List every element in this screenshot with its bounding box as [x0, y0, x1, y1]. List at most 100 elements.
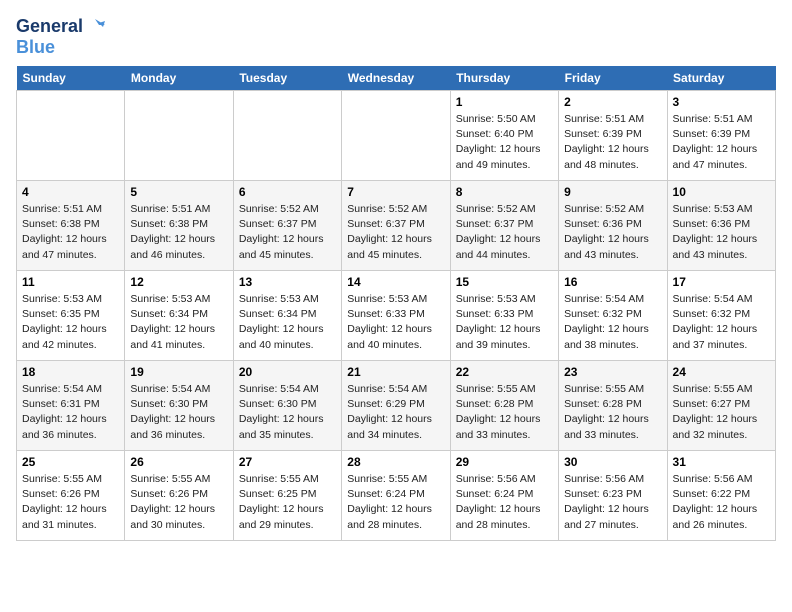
day-info: Sunrise: 5:52 AMSunset: 6:37 PMDaylight:… — [347, 202, 444, 263]
day-info: Sunrise: 5:54 AMSunset: 6:31 PMDaylight:… — [22, 382, 119, 443]
day-info: Sunrise: 5:52 AMSunset: 6:37 PMDaylight:… — [456, 202, 553, 263]
header-row: SundayMondayTuesdayWednesdayThursdayFrid… — [17, 66, 776, 91]
cell-w5-d3: 27 Sunrise: 5:55 AMSunset: 6:25 PMDayligh… — [233, 451, 341, 541]
day-info: Sunrise: 5:51 AMSunset: 6:38 PMDaylight:… — [22, 202, 119, 263]
cell-w3-d2: 12 Sunrise: 5:53 AMSunset: 6:34 PMDayligh… — [125, 271, 233, 361]
day-number: 4 — [22, 185, 119, 199]
cell-w1-d6: 2 Sunrise: 5:51 AMSunset: 6:39 PMDaylight… — [559, 91, 667, 181]
logo-text-general: General — [16, 16, 83, 37]
cell-w5-d7: 31 Sunrise: 5:56 AMSunset: 6:22 PMDayligh… — [667, 451, 775, 541]
day-number: 17 — [673, 275, 770, 289]
day-info: Sunrise: 5:53 AMSunset: 6:33 PMDaylight:… — [456, 292, 553, 353]
cell-w2-d2: 5 Sunrise: 5:51 AMSunset: 6:38 PMDaylight… — [125, 181, 233, 271]
day-info: Sunrise: 5:54 AMSunset: 6:29 PMDaylight:… — [347, 382, 444, 443]
cell-w1-d2 — [125, 91, 233, 181]
day-number: 10 — [673, 185, 770, 199]
day-number: 11 — [22, 275, 119, 289]
cell-w3-d1: 11 Sunrise: 5:53 AMSunset: 6:35 PMDayligh… — [17, 271, 125, 361]
cell-w3-d3: 13 Sunrise: 5:53 AMSunset: 6:34 PMDayligh… — [233, 271, 341, 361]
day-info: Sunrise: 5:54 AMSunset: 6:30 PMDaylight:… — [130, 382, 227, 443]
cell-w2-d4: 7 Sunrise: 5:52 AMSunset: 6:37 PMDaylight… — [342, 181, 450, 271]
day-info: Sunrise: 5:52 AMSunset: 6:36 PMDaylight:… — [564, 202, 661, 263]
week-row-4: 18Sunrise: 5:54 AMSunset: 6:31 PMDayligh… — [17, 361, 776, 451]
day-info: Sunrise: 5:55 AMSunset: 6:25 PMDaylight:… — [239, 472, 336, 533]
day-info: Sunrise: 5:53 AMSunset: 6:34 PMDaylight:… — [239, 292, 336, 353]
day-info: Sunrise: 5:55 AMSunset: 6:28 PMDaylight:… — [456, 382, 553, 443]
header-tuesday: Tuesday — [233, 66, 341, 91]
day-number: 19 — [130, 365, 227, 379]
day-number: 9 — [564, 185, 661, 199]
day-number: 8 — [456, 185, 553, 199]
day-info: Sunrise: 5:51 AMSunset: 6:38 PMDaylight:… — [130, 202, 227, 263]
cell-w1-d1 — [17, 91, 125, 181]
day-number: 27 — [239, 455, 336, 469]
day-number: 29 — [456, 455, 553, 469]
day-info: Sunrise: 5:50 AMSunset: 6:40 PMDaylight:… — [456, 112, 553, 173]
cell-w2-d1: 4 Sunrise: 5:51 AMSunset: 6:38 PMDaylight… — [17, 181, 125, 271]
day-number: 22 — [456, 365, 553, 379]
day-info: Sunrise: 5:53 AMSunset: 6:34 PMDaylight:… — [130, 292, 227, 353]
cell-w3-d4: 14 Sunrise: 5:53 AMSunset: 6:33 PMDayligh… — [342, 271, 450, 361]
cell-w5-d6: 30 Sunrise: 5:56 AMSunset: 6:23 PMDayligh… — [559, 451, 667, 541]
week-row-2: 4 Sunrise: 5:51 AMSunset: 6:38 PMDaylight… — [17, 181, 776, 271]
day-number: 6 — [239, 185, 336, 199]
day-info: Sunrise: 5:53 AMSunset: 6:36 PMDaylight:… — [673, 202, 770, 263]
cell-w4-d2: 19 Sunrise: 5:54 AMSunset: 6:30 PMDayligh… — [125, 361, 233, 451]
day-number: 5 — [130, 185, 227, 199]
week-row-3: 11 Sunrise: 5:53 AMSunset: 6:35 PMDayligh… — [17, 271, 776, 361]
week-row-5: 25 Sunrise: 5:55 AMSunset: 6:26 PMDayligh… — [17, 451, 776, 541]
cell-w2-d3: 6Sunrise: 5:52 AMSunset: 6:37 PMDaylight… — [233, 181, 341, 271]
header-thursday: Thursday — [450, 66, 558, 91]
header-friday: Friday — [559, 66, 667, 91]
day-number: 2 — [564, 95, 661, 109]
header-saturday: Saturday — [667, 66, 775, 91]
cell-w5-d5: 29Sunrise: 5:56 AMSunset: 6:24 PMDayligh… — [450, 451, 558, 541]
day-info: Sunrise: 5:55 AMSunset: 6:28 PMDaylight:… — [564, 382, 661, 443]
cell-w3-d5: 15 Sunrise: 5:53 AMSunset: 6:33 PMDayligh… — [450, 271, 558, 361]
day-info: Sunrise: 5:51 AMSunset: 6:39 PMDaylight:… — [673, 112, 770, 173]
header-sunday: Sunday — [17, 66, 125, 91]
logo-bird-icon — [85, 17, 105, 37]
day-info: Sunrise: 5:55 AMSunset: 6:26 PMDaylight:… — [22, 472, 119, 533]
day-number: 13 — [239, 275, 336, 289]
cell-w5-d4: 28Sunrise: 5:55 AMSunset: 6:24 PMDayligh… — [342, 451, 450, 541]
cell-w1-d7: 3Sunrise: 5:51 AMSunset: 6:39 PMDaylight… — [667, 91, 775, 181]
day-number: 24 — [673, 365, 770, 379]
cell-w4-d1: 18Sunrise: 5:54 AMSunset: 6:31 PMDayligh… — [17, 361, 125, 451]
day-info: Sunrise: 5:54 AMSunset: 6:32 PMDaylight:… — [673, 292, 770, 353]
cell-w4-d6: 23Sunrise: 5:55 AMSunset: 6:28 PMDayligh… — [559, 361, 667, 451]
cell-w4-d7: 24Sunrise: 5:55 AMSunset: 6:27 PMDayligh… — [667, 361, 775, 451]
day-number: 1 — [456, 95, 553, 109]
cell-w4-d4: 21 Sunrise: 5:54 AMSunset: 6:29 PMDayligh… — [342, 361, 450, 451]
day-number: 20 — [239, 365, 336, 379]
cell-w2-d5: 8 Sunrise: 5:52 AMSunset: 6:37 PMDaylight… — [450, 181, 558, 271]
cell-w2-d7: 10 Sunrise: 5:53 AMSunset: 6:36 PMDayligh… — [667, 181, 775, 271]
day-number: 15 — [456, 275, 553, 289]
day-number: 30 — [564, 455, 661, 469]
day-info: Sunrise: 5:56 AMSunset: 6:23 PMDaylight:… — [564, 472, 661, 533]
day-info: Sunrise: 5:55 AMSunset: 6:24 PMDaylight:… — [347, 472, 444, 533]
cell-w3-d7: 17 Sunrise: 5:54 AMSunset: 6:32 PMDayligh… — [667, 271, 775, 361]
day-number: 16 — [564, 275, 661, 289]
day-number: 12 — [130, 275, 227, 289]
header-wednesday: Wednesday — [342, 66, 450, 91]
logo-text-blue: Blue — [16, 37, 55, 58]
day-number: 31 — [673, 455, 770, 469]
day-info: Sunrise: 5:54 AMSunset: 6:32 PMDaylight:… — [564, 292, 661, 353]
calendar-table: SundayMondayTuesdayWednesdayThursdayFrid… — [16, 66, 776, 541]
logo: General Blue — [16, 16, 105, 58]
day-info: Sunrise: 5:56 AMSunset: 6:22 PMDaylight:… — [673, 472, 770, 533]
day-number: 14 — [347, 275, 444, 289]
day-number: 26 — [130, 455, 227, 469]
page-header: General Blue — [16, 16, 776, 58]
day-number: 25 — [22, 455, 119, 469]
cell-w5-d2: 26Sunrise: 5:55 AMSunset: 6:26 PMDayligh… — [125, 451, 233, 541]
day-info: Sunrise: 5:51 AMSunset: 6:39 PMDaylight:… — [564, 112, 661, 173]
day-number: 7 — [347, 185, 444, 199]
day-info: Sunrise: 5:53 AMSunset: 6:35 PMDaylight:… — [22, 292, 119, 353]
cell-w4-d3: 20Sunrise: 5:54 AMSunset: 6:30 PMDayligh… — [233, 361, 341, 451]
day-number: 21 — [347, 365, 444, 379]
cell-w4-d5: 22 Sunrise: 5:55 AMSunset: 6:28 PMDayligh… — [450, 361, 558, 451]
cell-w3-d6: 16 Sunrise: 5:54 AMSunset: 6:32 PMDayligh… — [559, 271, 667, 361]
day-info: Sunrise: 5:53 AMSunset: 6:33 PMDaylight:… — [347, 292, 444, 353]
